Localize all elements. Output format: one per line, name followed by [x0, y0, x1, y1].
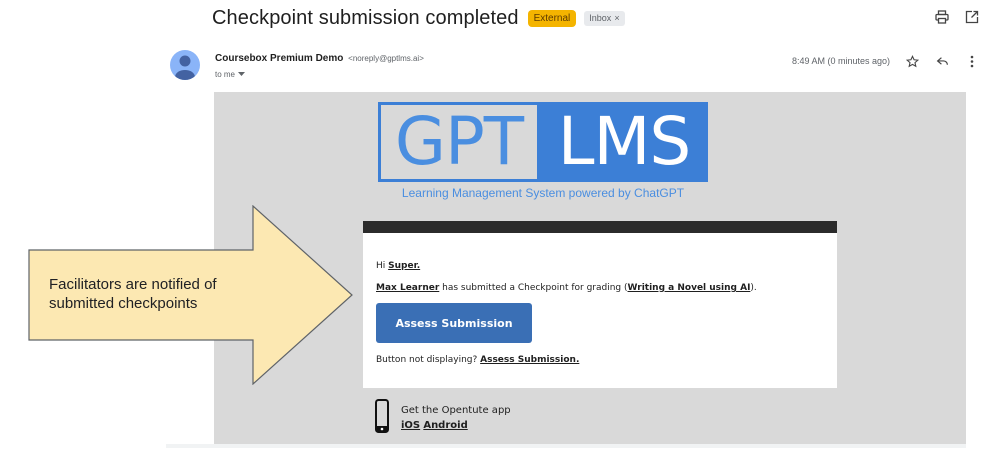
fallback-link-line: Button not displaying? Assess Submission…: [376, 355, 579, 365]
email-subject: Checkpoint submission completed: [212, 6, 519, 29]
phone-icon: [375, 399, 389, 433]
logo-tagline: Learning Management System powered by Ch…: [401, 186, 685, 200]
recipient-label: to me: [215, 70, 236, 79]
divider: [166, 444, 966, 448]
learner-link[interactable]: Max Learner: [376, 283, 439, 293]
inbox-label-chip[interactable]: Inbox ×: [584, 10, 625, 26]
gptlms-logo: GPT LMS Learning Management System power…: [378, 102, 708, 208]
thread-actions: [934, 9, 980, 25]
sender-line: Coursebox Premium Demo <noreply@gptlms.a…: [215, 53, 424, 64]
message-meta: 8:49 AM (0 minutes ago): [792, 53, 980, 69]
course-link[interactable]: Writing a Novel using AI: [628, 283, 751, 293]
sender-name[interactable]: Coursebox Premium Demo: [215, 53, 343, 64]
inbox-label-text: Inbox: [589, 12, 612, 23]
notification-card: Hi Super. Max Learner has submitted a Ch…: [363, 233, 837, 388]
callout-text: Facilitators are notified of submitted c…: [49, 276, 217, 312]
sender-email: <noreply@gptlms.ai>: [348, 54, 424, 63]
sender-avatar[interactable]: [170, 50, 200, 80]
submission-message: Max Learner has submitted a Checkpoint f…: [376, 283, 757, 293]
subject-row: Checkpoint submission completed External…: [212, 4, 625, 32]
assess-submission-link[interactable]: Assess Submission.: [480, 355, 579, 365]
recipient-details-toggle[interactable]: to me: [215, 70, 246, 79]
recipient-name-link[interactable]: Super.: [388, 261, 420, 271]
logo-gpt-text: GPT: [394, 103, 524, 180]
app-promo-title: Get the Opentute app: [401, 405, 511, 416]
greeting: Hi Super.: [376, 261, 420, 271]
android-link[interactable]: Android: [423, 420, 467, 431]
fallback-prefix: Button not displaying?: [376, 355, 481, 365]
message-middle: has submitted a Checkpoint for grading (: [439, 283, 628, 293]
assess-submission-button[interactable]: Assess Submission: [376, 303, 532, 343]
message-time: 8:49 AM (0 minutes ago): [791, 56, 890, 66]
star-icon[interactable]: [904, 53, 920, 69]
open-in-new-window-icon[interactable]: [964, 9, 980, 25]
greeting-prefix: Hi: [376, 261, 389, 271]
more-vert-icon[interactable]: [964, 53, 980, 69]
caret-down-icon: [238, 72, 246, 76]
remove-label-icon[interactable]: ×: [614, 12, 619, 25]
print-icon[interactable]: [934, 9, 950, 25]
logo-lms-text: LMS: [557, 103, 692, 180]
message-end: ).: [750, 283, 757, 293]
reply-icon[interactable]: [934, 53, 950, 69]
external-badge: External: [527, 9, 577, 27]
ios-link[interactable]: iOS: [401, 420, 420, 431]
app-store-links: iOS Android: [401, 420, 468, 431]
card-header-bar: [363, 221, 837, 233]
